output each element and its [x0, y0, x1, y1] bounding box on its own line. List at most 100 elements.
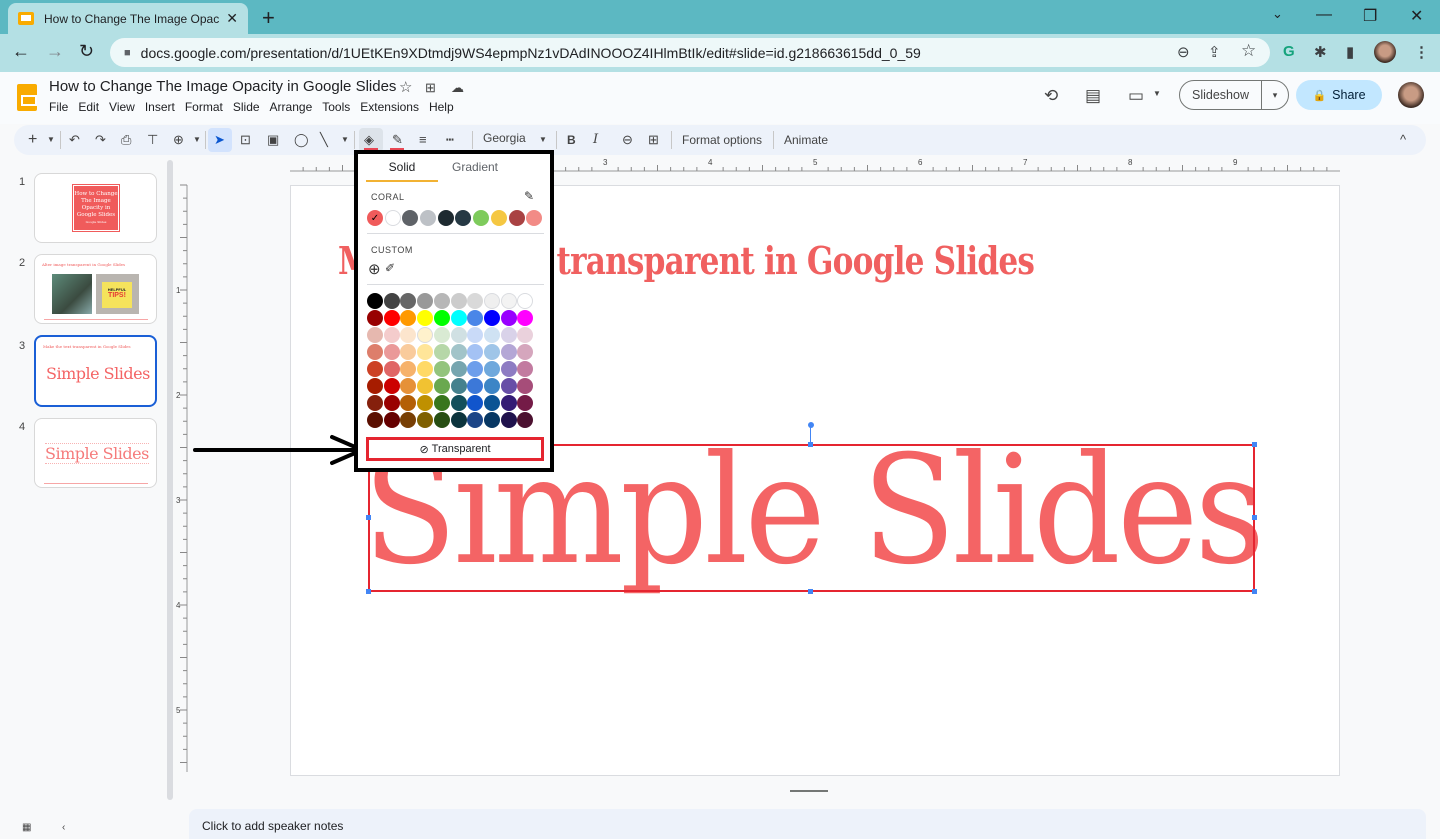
comments-icon[interactable]: ▤: [1085, 86, 1101, 106]
theme-color-swatch[interactable]: [526, 210, 543, 226]
resize-handle-bottom-right[interactable]: [1252, 589, 1257, 594]
border-dash-icon[interactable]: ┅: [446, 131, 454, 149]
border-weight-icon[interactable]: ≡: [419, 131, 427, 149]
bookmark-star-icon[interactable]: ☆: [1241, 41, 1256, 61]
account-avatar[interactable]: [1398, 82, 1424, 108]
palette-color-swatch[interactable]: [383, 293, 400, 309]
palette-color-swatch[interactable]: [483, 378, 500, 394]
palette-color-swatch[interactable]: [383, 327, 400, 343]
side-panel-icon[interactable]: ▮: [1346, 43, 1354, 61]
restore-button[interactable]: ❐: [1363, 6, 1377, 26]
palette-color-swatch[interactable]: [417, 395, 434, 411]
browser-tab[interactable]: How to Change The Image Opaci ✕: [8, 3, 248, 34]
palette-color-swatch[interactable]: [383, 310, 400, 326]
theme-color-swatch[interactable]: [402, 210, 419, 226]
menu-format[interactable]: Format: [180, 100, 228, 114]
undo-icon[interactable]: ↶: [69, 131, 80, 149]
star-icon[interactable]: ☆: [399, 78, 412, 96]
collapse-filmstrip-icon[interactable]: ‹: [62, 822, 65, 833]
menu-help[interactable]: Help: [424, 100, 459, 114]
palette-color-swatch[interactable]: [383, 361, 400, 377]
palette-color-swatch[interactable]: [433, 412, 450, 428]
palette-color-swatch[interactable]: [483, 310, 500, 326]
theme-color-swatch[interactable]: [508, 210, 525, 226]
slide-thumbnail-4[interactable]: Simple Slides: [34, 418, 157, 488]
palette-color-swatch[interactable]: [367, 412, 383, 428]
chrome-menu-icon[interactable]: ⋮: [1414, 43, 1429, 61]
minimize-button[interactable]: —: [1316, 6, 1332, 24]
slideshow-dropdown-icon[interactable]: ▾: [1262, 90, 1288, 101]
cloud-status-icon[interactable]: ☁: [451, 80, 464, 96]
palette-color-swatch[interactable]: [450, 378, 467, 394]
menu-file[interactable]: File: [44, 100, 73, 114]
theme-color-swatch[interactable]: [490, 210, 507, 226]
meet-dropdown-icon[interactable]: ▼: [1153, 89, 1161, 98]
slides-logo-icon[interactable]: [17, 84, 37, 111]
palette-color-swatch[interactable]: [383, 344, 400, 360]
new-slide-button[interactable]: +: [28, 131, 37, 149]
theme-color-swatch[interactable]: [455, 210, 472, 226]
palette-color-swatch[interactable]: [450, 310, 467, 326]
palette-color-swatch[interactable]: [417, 412, 434, 428]
format-options-button[interactable]: Format options: [682, 131, 762, 149]
italic-button[interactable]: I: [593, 131, 598, 149]
palette-color-swatch[interactable]: [367, 327, 383, 343]
palette-color-swatch[interactable]: [450, 395, 467, 411]
bold-button[interactable]: B: [567, 131, 576, 149]
grid-view-icon[interactable]: ▦: [22, 822, 31, 833]
collapse-toolbar-icon[interactable]: ^: [1400, 131, 1406, 149]
palette-color-swatch[interactable]: [417, 361, 434, 377]
url-bar[interactable]: ■ docs.google.com/presentation/d/1UEtKEn…: [110, 38, 1270, 67]
animate-button[interactable]: Animate: [784, 131, 828, 149]
palette-color-swatch[interactable]: [483, 293, 500, 309]
palette-color-swatch[interactable]: [483, 344, 500, 360]
palette-color-swatch[interactable]: [417, 344, 434, 360]
menu-view[interactable]: View: [104, 100, 140, 114]
insert-link-icon[interactable]: ⊖: [622, 131, 633, 149]
close-window-button[interactable]: ✕: [1410, 6, 1423, 26]
filmstrip-scrollbar[interactable]: [167, 160, 173, 800]
rotation-handle[interactable]: [808, 422, 814, 428]
theme-color-swatch[interactable]: [437, 210, 454, 226]
document-title[interactable]: How to Change The Image Opacity in Googl…: [49, 78, 396, 95]
zoom-icon[interactable]: ⊖: [1177, 43, 1190, 61]
palette-color-swatch[interactable]: [367, 310, 383, 326]
palette-color-swatch[interactable]: [367, 293, 383, 309]
palette-color-swatch[interactable]: [500, 310, 517, 326]
paint-format-icon[interactable]: ⊤: [147, 131, 158, 149]
menu-extensions[interactable]: Extensions: [355, 100, 424, 114]
extensions-puzzle-icon[interactable]: ✱: [1314, 43, 1327, 61]
insert-image-icon[interactable]: ▣: [267, 131, 279, 149]
meet-camera-icon[interactable]: ▭: [1128, 86, 1144, 106]
resize-handle-right[interactable]: [1252, 515, 1257, 520]
zoom-dropdown-icon[interactable]: ▼: [193, 131, 201, 149]
palette-color-swatch[interactable]: [483, 412, 500, 428]
menu-arrange[interactable]: Arrange: [265, 100, 318, 114]
palette-color-swatch[interactable]: [450, 361, 467, 377]
print-icon[interactable]: ⎙: [121, 131, 131, 149]
shape-icon[interactable]: ◯: [294, 131, 309, 149]
zoom-tool-icon[interactable]: ⊕: [173, 131, 184, 149]
palette-color-swatch[interactable]: [367, 361, 383, 377]
slideshow-label[interactable]: Slideshow: [1180, 81, 1262, 109]
add-custom-color-icon[interactable]: ⊕: [368, 260, 381, 278]
theme-color-swatch[interactable]: [420, 210, 437, 226]
palette-color-swatch[interactable]: [417, 310, 434, 326]
eyedropper-icon[interactable]: ✐: [385, 261, 395, 275]
palette-color-swatch[interactable]: [433, 395, 450, 411]
grammarly-extension-icon[interactable]: G: [1283, 43, 1295, 60]
border-color-icon[interactable]: ✎: [392, 131, 403, 149]
theme-color-swatch[interactable]: [384, 210, 401, 226]
palette-color-swatch[interactable]: [450, 327, 467, 343]
share-page-icon[interactable]: ⇪: [1208, 43, 1221, 61]
palette-color-swatch[interactable]: [500, 293, 517, 309]
forward-icon[interactable]: →: [46, 41, 64, 62]
palette-color-swatch[interactable]: [483, 361, 500, 377]
palette-color-swatch[interactable]: [433, 344, 450, 360]
tab-close-icon[interactable]: ✕: [226, 10, 238, 27]
resize-handle-bottom-left[interactable]: [366, 589, 371, 594]
font-family-select[interactable]: Georgia ▼: [483, 131, 547, 145]
palette-color-swatch[interactable]: [500, 344, 517, 360]
tab-gradient[interactable]: Gradient: [438, 160, 512, 182]
resize-handle-top[interactable]: [808, 442, 813, 447]
